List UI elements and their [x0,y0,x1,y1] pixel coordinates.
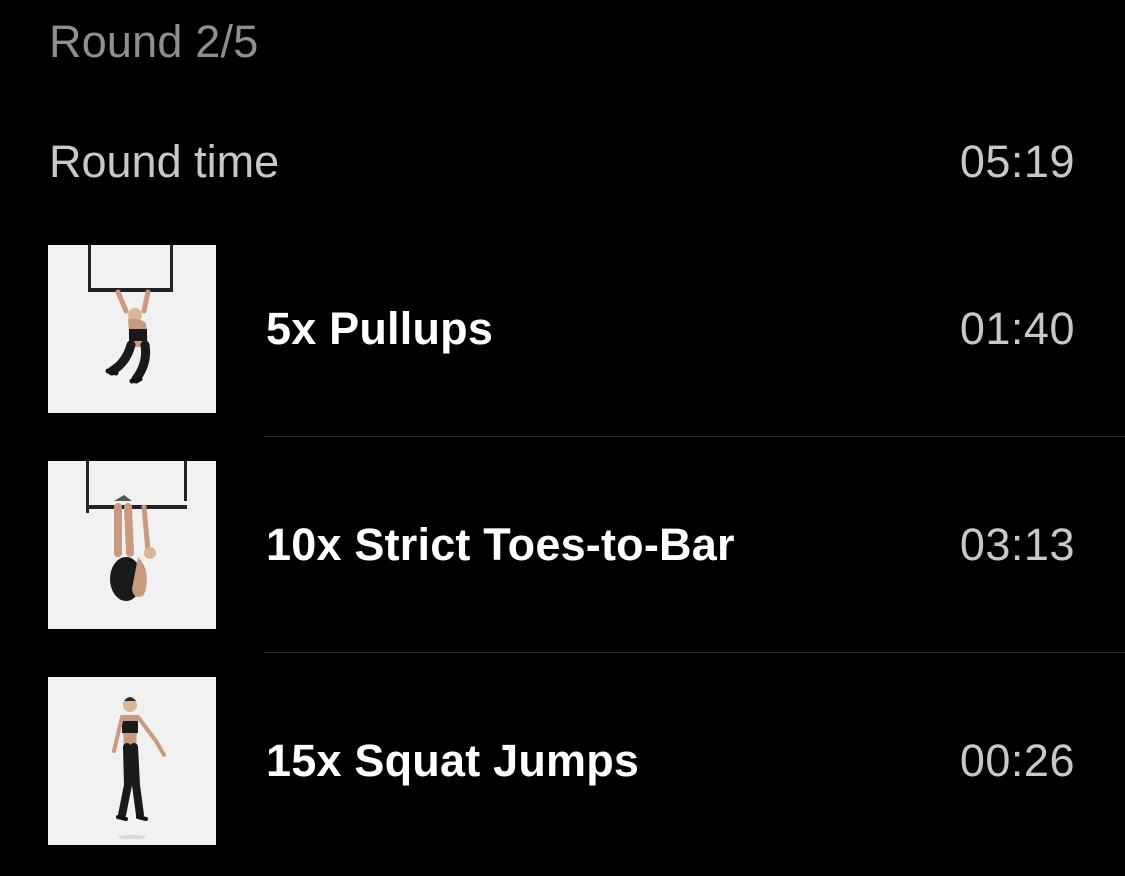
exercise-row-toes-to-bar[interactable]: 10x Strict Toes-to-Bar 03:13 [0,437,1125,653]
exercise-time: 00:26 [959,735,1075,786]
round-time-label: Round time [49,136,280,187]
exercise-row-pullups[interactable]: 5x Pullups 01:40 [0,221,1125,437]
exercise-list: 5x Pullups 01:40 10x Strict Toes-to-Bar … [0,221,1125,869]
pullup-image [48,245,216,413]
exercise-time: 03:13 [959,519,1075,570]
exercise-name: 10x Strict Toes-to-Bar [266,519,735,570]
squat-jump-image [48,677,216,845]
round-time-row: Round time 05:19 [49,134,1075,190]
exercise-name: 15x Squat Jumps [266,735,640,786]
exercise-name: 5x Pullups [266,303,494,354]
exercise-row-squat-jumps[interactable]: 15x Squat Jumps 00:26 [0,653,1125,869]
round-counter: Round 2/5 [49,16,259,67]
toes-to-bar-image [48,461,216,629]
exercise-time: 01:40 [959,303,1075,354]
round-time-value: 05:19 [959,136,1075,187]
